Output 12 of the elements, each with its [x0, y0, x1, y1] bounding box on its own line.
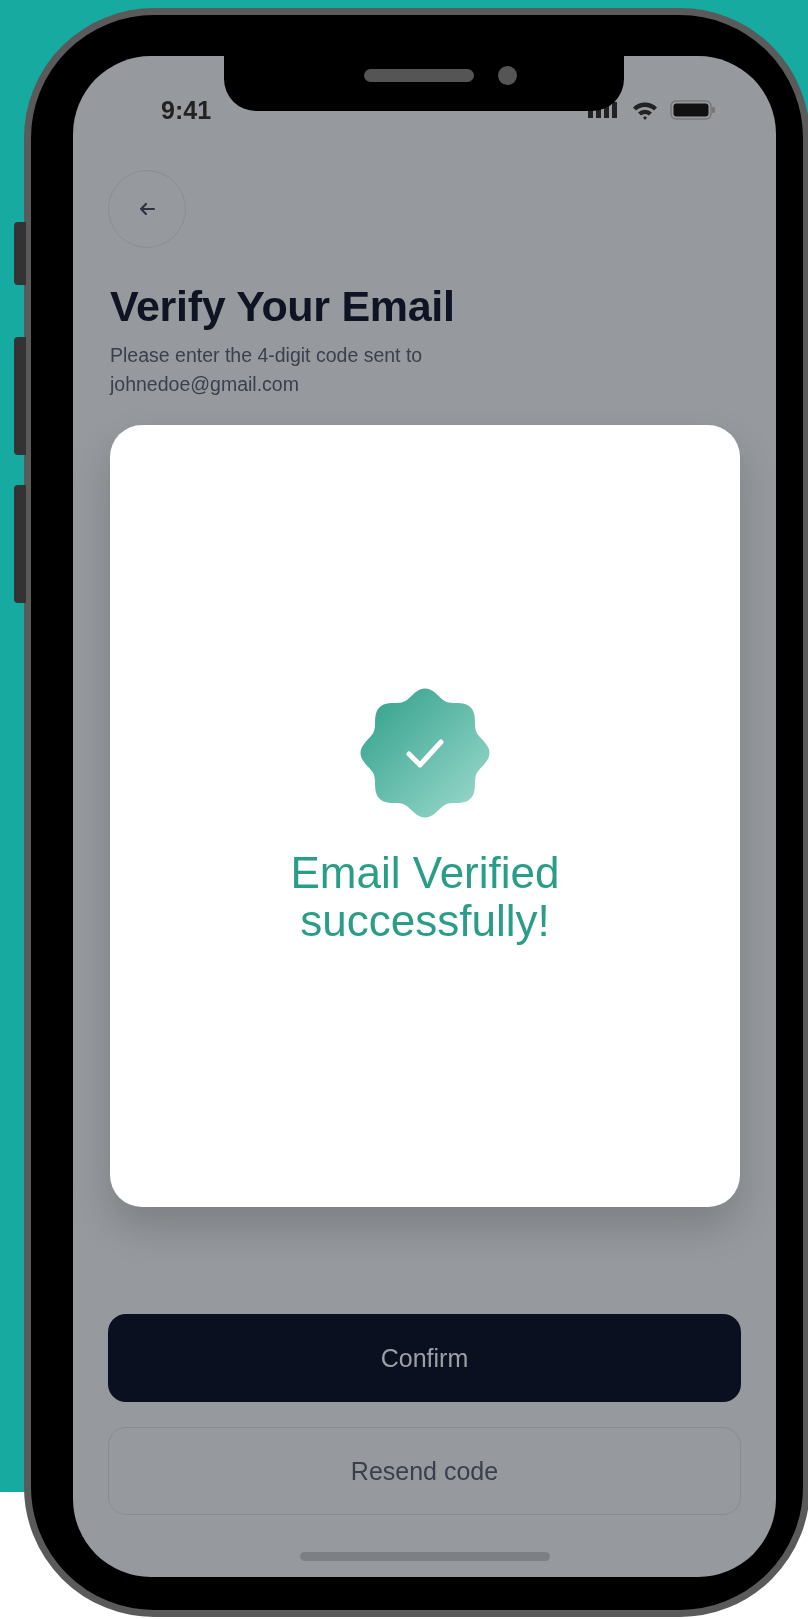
page-title: Verify Your Email: [110, 282, 456, 331]
camera-lens: [498, 66, 517, 85]
instruction-text: Please enter the 4-digit code sent to: [110, 343, 423, 368]
status-time: 9:41: [161, 95, 212, 125]
back-arrow-icon: [138, 202, 156, 216]
resend-button[interactable]: Resend code: [108, 1427, 741, 1515]
wifi-icon: [632, 100, 658, 120]
email-address: johnedoe@gmail.com: [110, 372, 299, 397]
battery-icon: [670, 100, 716, 120]
verified-badge-icon: [359, 687, 491, 819]
success-message: Email Verified successfully!: [289, 849, 561, 945]
confirm-button[interactable]: Confirm: [108, 1314, 741, 1402]
